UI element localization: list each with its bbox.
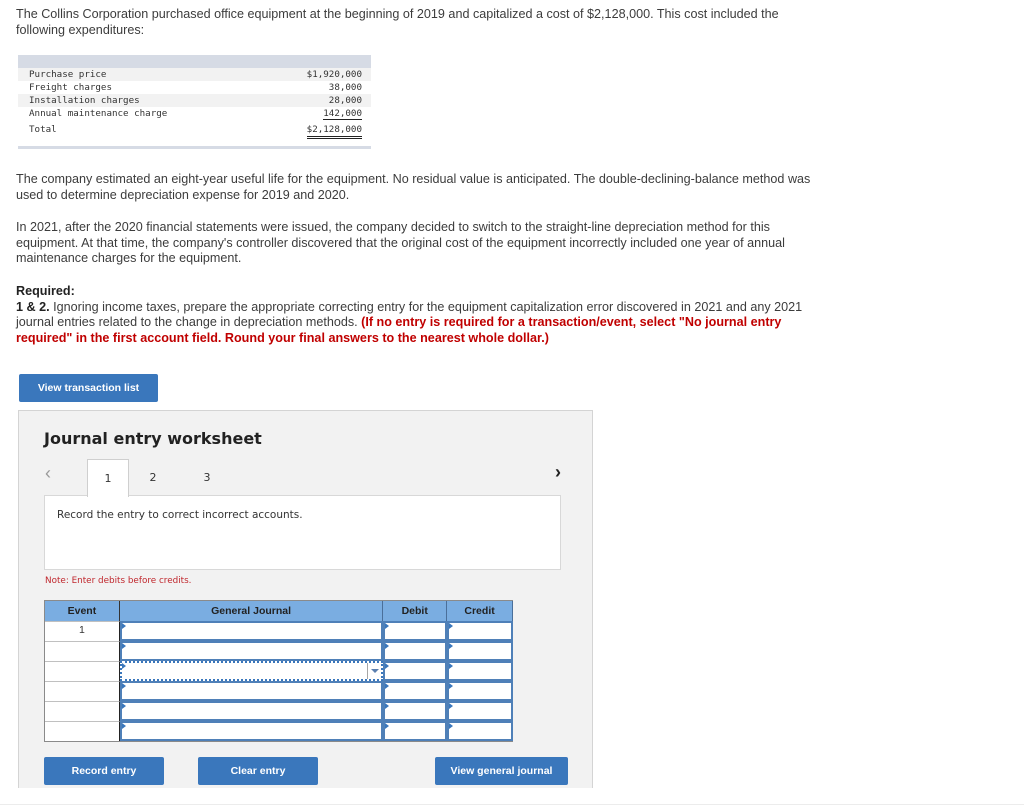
tab-1[interactable]: 1 bbox=[87, 459, 129, 497]
table-header: Event General Journal Debit Credit bbox=[45, 600, 513, 621]
event-cell bbox=[45, 701, 120, 721]
account-input[interactable] bbox=[119, 721, 384, 741]
cost-table-footer-bar bbox=[18, 146, 371, 149]
event-cell bbox=[45, 641, 120, 661]
debit-input[interactable] bbox=[383, 681, 448, 701]
event-cell bbox=[45, 681, 120, 701]
table-row bbox=[45, 641, 514, 661]
cost-row: Installation charges 28,000 bbox=[18, 94, 371, 107]
event-cell bbox=[45, 661, 120, 681]
cost-label: Annual maintenance charge bbox=[29, 108, 168, 119]
debit-input[interactable] bbox=[383, 701, 448, 721]
header-general-journal: General Journal bbox=[120, 601, 384, 621]
cost-row: Purchase price $1,920,000 bbox=[18, 68, 371, 81]
clear-entry-button[interactable]: Clear entry bbox=[198, 757, 318, 785]
chevron-right-icon[interactable]: › bbox=[555, 462, 561, 482]
general-journal-table: Event General Journal Debit Credit 1 bbox=[44, 600, 514, 742]
cost-label: Installation charges bbox=[29, 95, 140, 106]
instruction-text: Record the entry to correct incorrect ac… bbox=[57, 509, 303, 521]
debit-input[interactable] bbox=[383, 661, 448, 681]
cost-total-row: Total $2,128,000 bbox=[18, 121, 371, 139]
event-cell: 1 bbox=[45, 621, 120, 641]
credit-input[interactable] bbox=[447, 661, 514, 681]
cost-amount: 38,000 bbox=[328, 82, 362, 93]
header-debit: Debit bbox=[383, 601, 448, 621]
cost-label: Purchase price bbox=[29, 69, 107, 80]
cost-rows: Purchase price $1,920,000 Freight charge… bbox=[18, 68, 371, 139]
useful-life-paragraph: The company estimated an eight-year usef… bbox=[16, 172, 811, 202]
account-select[interactable] bbox=[119, 661, 384, 681]
credit-input[interactable] bbox=[447, 621, 514, 641]
intro-paragraph: The Collins Corporation purchased office… bbox=[16, 7, 779, 37]
cost-label: Freight charges bbox=[29, 82, 112, 93]
header-credit: Credit bbox=[447, 601, 513, 621]
account-input[interactable] bbox=[119, 621, 384, 641]
chevron-left-icon[interactable]: ‹ bbox=[45, 463, 51, 483]
credit-input[interactable] bbox=[447, 721, 514, 741]
header-event: Event bbox=[45, 601, 120, 621]
cost-amount: 28,000 bbox=[328, 95, 362, 106]
cost-row: Freight charges 38,000 bbox=[18, 81, 371, 94]
required-heading: Required: bbox=[16, 284, 75, 298]
credit-input[interactable] bbox=[447, 701, 514, 721]
required-number: 1 & 2. bbox=[16, 299, 50, 314]
credit-input[interactable] bbox=[447, 681, 514, 701]
journal-entry-worksheet: Journal entry worksheet ‹ 1 2 3 › Record… bbox=[18, 410, 593, 788]
view-transaction-list-button[interactable]: View transaction list bbox=[19, 374, 158, 402]
dropdown-arrow-icon[interactable] bbox=[367, 663, 381, 679]
account-input[interactable] bbox=[119, 641, 384, 661]
record-entry-button[interactable]: Record entry bbox=[44, 757, 164, 785]
table-row bbox=[45, 721, 514, 741]
required-section: Required: 1 & 2. Ignoring income taxes, … bbox=[16, 284, 826, 346]
page-divider bbox=[0, 804, 1024, 805]
debit-input[interactable] bbox=[383, 641, 448, 661]
debits-note: Note: Enter debits before credits. bbox=[45, 576, 192, 586]
tab-3[interactable]: 3 bbox=[197, 459, 217, 496]
debit-input[interactable] bbox=[383, 621, 448, 641]
view-general-journal-button[interactable]: View general journal bbox=[435, 757, 568, 785]
change-paragraph: In 2021, after the 2020 financial statem… bbox=[16, 220, 785, 265]
cost-table: Purchase price $1,920,000 Freight charge… bbox=[18, 55, 371, 149]
cost-amount: 142,000 bbox=[323, 108, 362, 120]
table-body: 1 bbox=[45, 621, 514, 741]
table-row bbox=[45, 681, 514, 701]
event-cell bbox=[45, 721, 120, 741]
account-input[interactable] bbox=[119, 681, 384, 701]
credit-input[interactable] bbox=[447, 641, 514, 661]
cost-row: Annual maintenance charge 142,000 bbox=[18, 107, 371, 120]
cost-amount: $1,920,000 bbox=[306, 69, 362, 80]
cost-total-amount: $2,128,000 bbox=[292, 121, 362, 139]
cost-table-header-bar bbox=[18, 55, 371, 68]
table-row bbox=[45, 701, 514, 721]
table-row: 1 bbox=[45, 621, 514, 641]
tab-2[interactable]: 2 bbox=[143, 459, 163, 496]
table-row bbox=[45, 661, 514, 681]
debit-input[interactable] bbox=[383, 721, 448, 741]
worksheet-title: Journal entry worksheet bbox=[44, 429, 262, 448]
cost-total-label: Total bbox=[29, 124, 57, 135]
account-input[interactable] bbox=[119, 701, 384, 721]
instruction-box: Record the entry to correct incorrect ac… bbox=[44, 495, 561, 570]
